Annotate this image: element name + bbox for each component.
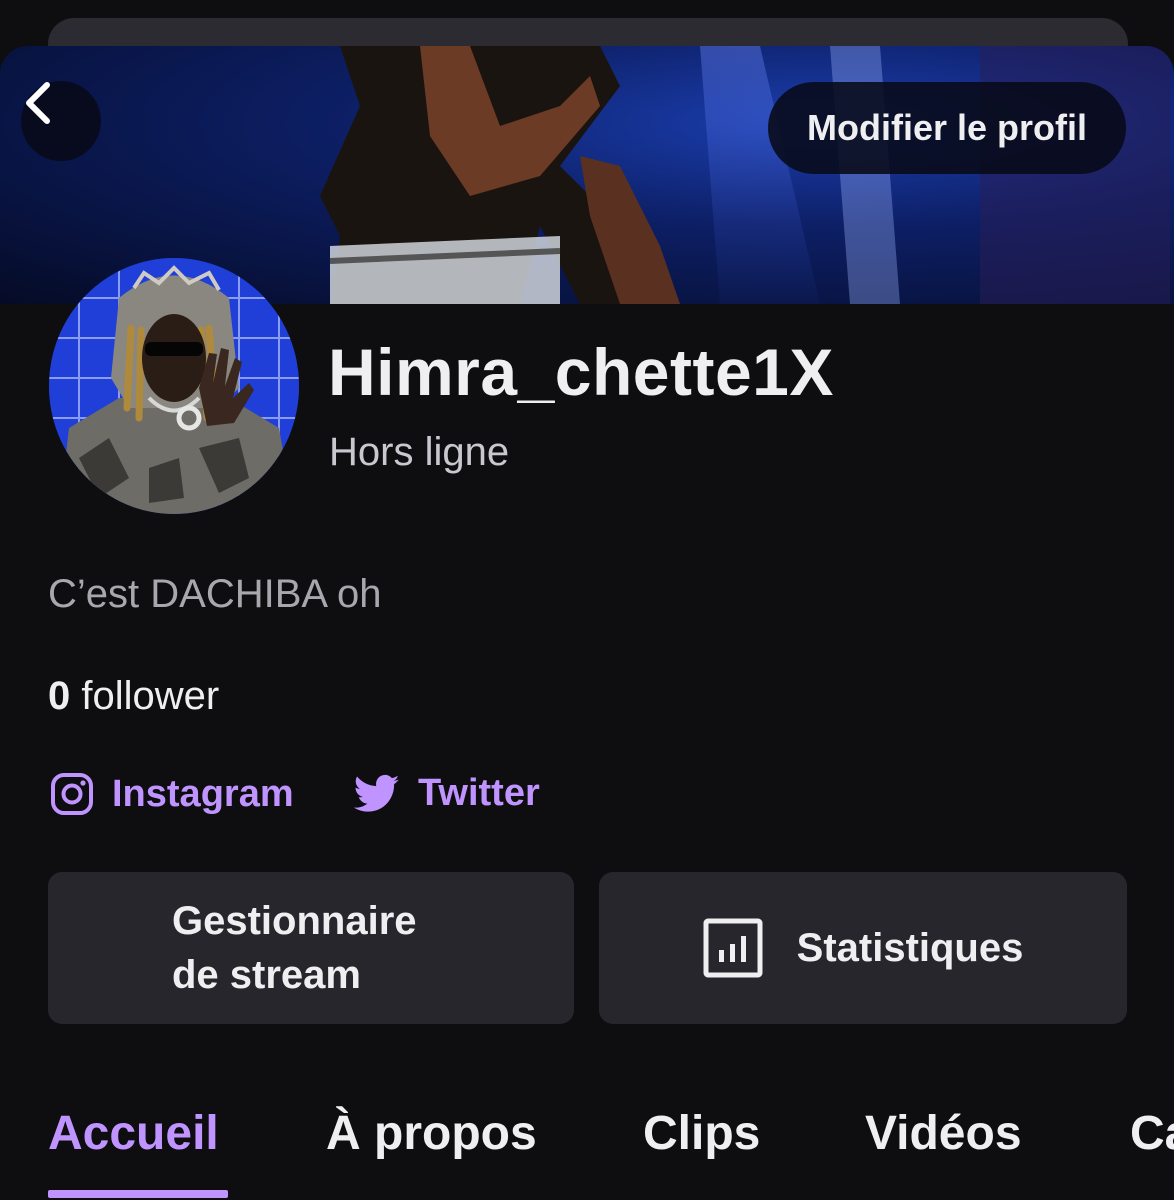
- stream-manager-label-line1: Gestionnaire: [172, 899, 417, 943]
- tab-clips[interactable]: Clips: [643, 1106, 760, 1161]
- stream-manager-button[interactable]: Gestionnaire de stream: [48, 872, 574, 1024]
- statistics-label: Statistiques: [796, 925, 1024, 970]
- profile-tabs: Accueil À propos Clips Vidéos Ca: [0, 1106, 1174, 1200]
- stream-manager-label: Gestionnaire de stream: [172, 894, 492, 1002]
- edit-profile-button[interactable]: Modifier le profil: [768, 82, 1126, 174]
- twitter-label: Twitter: [418, 772, 540, 814]
- twitter-link[interactable]: Twitter: [354, 772, 540, 815]
- instagram-icon: [50, 772, 94, 816]
- instagram-link[interactable]: Instagram: [50, 772, 294, 816]
- followers-label: follower: [70, 674, 220, 718]
- active-tab-indicator: [48, 1190, 228, 1198]
- online-status: Hors ligne: [329, 430, 510, 474]
- avatar[interactable]: [49, 258, 299, 514]
- tab-home[interactable]: Accueil: [48, 1106, 219, 1161]
- username: Himra_chette1X: [328, 335, 834, 409]
- followers-number: 0: [48, 674, 71, 718]
- statistics-button[interactable]: Statistiques: [599, 872, 1127, 1024]
- followers-count: 0 follower: [48, 674, 219, 719]
- tab-videos[interactable]: Vidéos: [865, 1106, 1022, 1161]
- profile-page: Modifier le profil Himra_chette1X Hors l…: [0, 0, 1174, 1200]
- avatar-image: [49, 258, 299, 514]
- tab-partial[interactable]: Ca: [1130, 1106, 1174, 1161]
- profile-sheet: Modifier le profil Himra_chette1X Hors l…: [0, 46, 1174, 1200]
- back-button[interactable]: [21, 81, 101, 161]
- stats-chart-icon: [703, 918, 763, 978]
- stream-manager-label-line2: de stream: [172, 953, 361, 997]
- tab-about[interactable]: À propos: [326, 1106, 537, 1161]
- twitter-icon: [354, 774, 400, 814]
- bio-text: C’est DACHIBA oh: [48, 572, 382, 616]
- instagram-label: Instagram: [112, 772, 294, 815]
